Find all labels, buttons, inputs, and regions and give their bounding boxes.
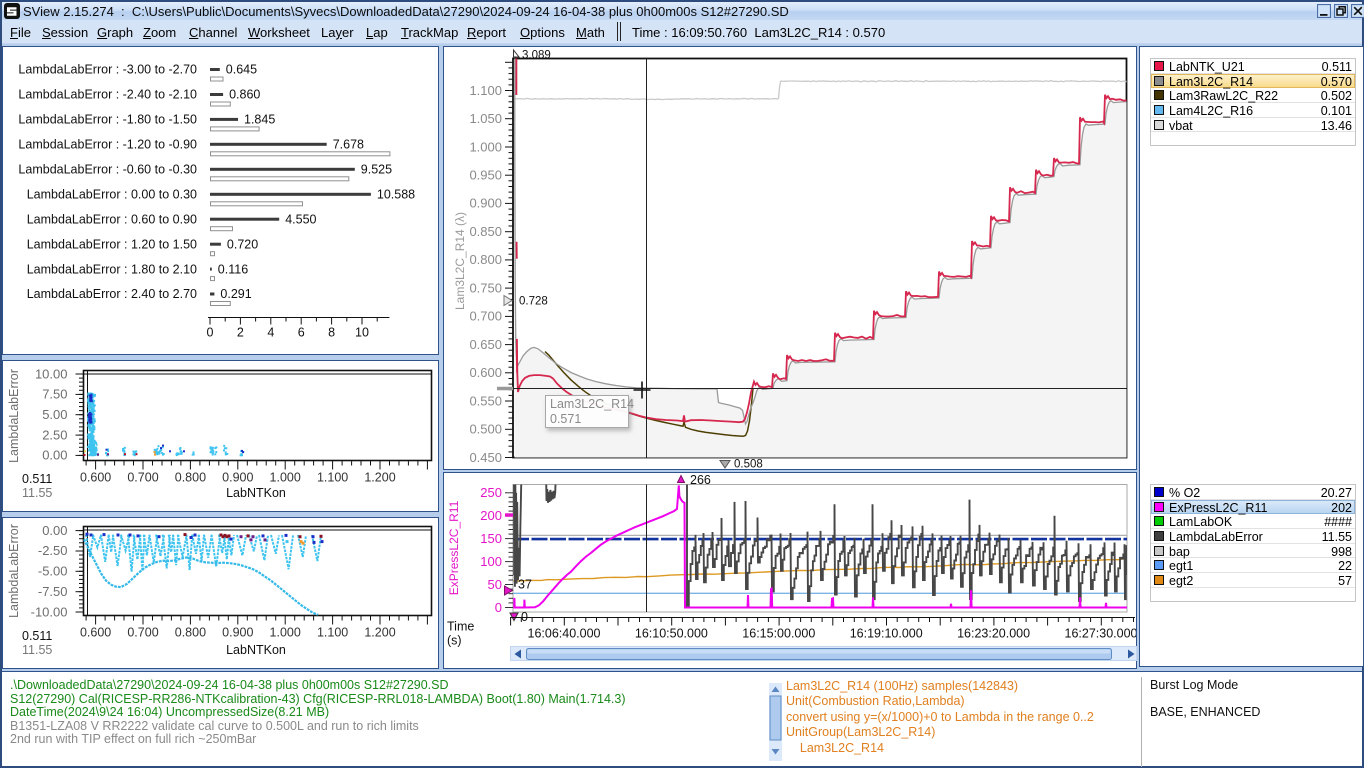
svg-text:4.550: 4.550 [285,212,316,226]
svg-text:2: 2 [237,326,244,340]
svg-text:0.500: 0.500 [469,422,502,437]
svg-text:0.700: 0.700 [469,309,502,324]
svg-text:LambdaLabError : -0.60 to -0.3: LambdaLabError : -0.60 to -0.30 [18,163,197,177]
svg-text:LabNTKon: LabNTKon [226,643,286,657]
svg-text:37: 37 [518,578,532,592]
svg-text:-7.50: -7.50 [38,584,68,599]
svg-text:250: 250 [480,485,502,500]
svg-text:266: 266 [690,473,711,487]
svg-text:0.800: 0.800 [175,626,206,640]
svg-text:(s): (s) [447,634,462,648]
svg-text:1.100: 1.100 [469,83,502,98]
svg-text:-10.00: -10.00 [31,604,68,619]
svg-text:11.55: 11.55 [22,486,52,500]
svg-text:LambdaLabError : -3.00 to -2.7: LambdaLabError : -3.00 to -2.70 [18,63,197,77]
svg-text:200: 200 [480,508,502,523]
svg-text:Lam3L2C_R14 (λ): Lam3L2C_R14 (λ) [453,212,467,310]
svg-text:LambdaLabError : -1.80 to -1.5: LambdaLabError : -1.80 to -1.50 [18,113,197,127]
svg-text:1.050: 1.050 [469,111,502,126]
svg-text:150: 150 [480,531,502,546]
svg-text:0.650: 0.650 [469,337,502,352]
svg-text:11.55: 11.55 [22,643,52,657]
svg-text:0.720: 0.720 [227,237,258,251]
svg-text:1.200: 1.200 [364,471,395,485]
svg-text:4: 4 [267,326,274,340]
svg-text:0.600: 0.600 [80,626,111,640]
svg-text:ExPressL2C_R11: ExPressL2C_R11 [447,500,461,595]
svg-text:100: 100 [480,554,502,569]
svg-text:0.800: 0.800 [175,471,206,485]
svg-text:0.800: 0.800 [469,252,502,267]
svg-text:1.000: 1.000 [270,471,301,485]
svg-text:0.508: 0.508 [734,459,763,470]
svg-text:16:06:40.000: 16:06:40.000 [528,627,601,641]
svg-text:1.845: 1.845 [244,113,275,127]
svg-text:1.100: 1.100 [317,626,348,640]
svg-text:9.525: 9.525 [361,163,392,177]
svg-text:0.00: 0.00 [42,523,67,538]
svg-text:LambdaLabError : 1.80 to 2.10: LambdaLabError : 1.80 to 2.10 [27,262,197,276]
svg-text:0.511: 0.511 [22,472,52,486]
svg-text:0.550: 0.550 [469,393,502,408]
svg-text:0.900: 0.900 [222,626,253,640]
svg-text:10.588: 10.588 [377,187,415,201]
svg-text:16:19:10.000: 16:19:10.000 [850,627,923,641]
svg-text:10.00: 10.00 [35,366,68,381]
svg-text:LambdaLabError : 1.20 to 1.50: LambdaLabError : 1.20 to 1.50 [27,237,197,251]
svg-text:1.000: 1.000 [469,139,502,154]
svg-text:LambdaLabError : -2.40 to -2.1: LambdaLabError : -2.40 to -2.10 [18,88,197,102]
svg-text:1.200: 1.200 [364,626,395,640]
svg-text:0.728: 0.728 [519,296,548,308]
svg-text:50: 50 [488,577,502,592]
svg-text:3.089: 3.089 [522,50,551,62]
svg-text:0.900: 0.900 [469,196,502,211]
svg-text:0.750: 0.750 [469,280,502,295]
svg-text:7.678: 7.678 [333,138,364,152]
svg-text:-5.00: -5.00 [38,564,68,579]
svg-text:16:10:50.000: 16:10:50.000 [635,627,708,641]
svg-text:LambdaLabError: LambdaLabError [7,524,21,618]
svg-text:0.645: 0.645 [226,63,257,77]
svg-text:0.600: 0.600 [80,471,111,485]
svg-text:2.50: 2.50 [42,427,67,442]
svg-text:0.511: 0.511 [22,629,52,643]
svg-text:-2.50: -2.50 [38,543,68,558]
svg-text:6: 6 [298,326,305,340]
svg-text:5.00: 5.00 [42,407,67,422]
svg-text:0.700: 0.700 [127,626,158,640]
svg-text:8: 8 [328,326,335,340]
svg-text:16:15:00.000: 16:15:00.000 [742,627,815,641]
svg-text:16:23:20.000: 16:23:20.000 [957,627,1030,641]
svg-text:0: 0 [207,326,214,340]
svg-text:LambdaLabError : 0.60 to 0.90: LambdaLabError : 0.60 to 0.90 [27,212,197,226]
svg-text:0.291: 0.291 [220,287,251,301]
svg-text:7.50: 7.50 [42,387,67,402]
svg-text:0.700: 0.700 [127,471,158,485]
svg-text:0.860: 0.860 [229,88,260,102]
svg-text:LambdaLabError : 0.00 to 0.30: LambdaLabError : 0.00 to 0.30 [27,187,197,201]
svg-text:1.000: 1.000 [270,626,301,640]
svg-text:0.116: 0.116 [218,262,248,276]
svg-text:LambdaLabError : -1.20 to -0.9: LambdaLabError : -1.20 to -0.90 [18,138,197,152]
svg-text:0.900: 0.900 [222,471,253,485]
svg-text:0.600: 0.600 [469,365,502,380]
svg-text:0.450: 0.450 [469,450,502,465]
svg-text:1.100: 1.100 [317,471,348,485]
svg-text:0.00: 0.00 [42,448,67,463]
svg-text:0.850: 0.850 [469,224,502,239]
svg-text:LabNTKon: LabNTKon [226,486,286,500]
svg-text:0: 0 [495,600,502,615]
svg-text:0.950: 0.950 [469,168,502,183]
svg-text:16:27:30.000: 16:27:30.000 [1065,627,1137,641]
svg-text:LambdaLabError : 2.40 to 2.70: LambdaLabError : 2.40 to 2.70 [27,287,197,301]
svg-text:10: 10 [355,326,369,340]
svg-text:LambdaLabError: LambdaLabError [7,369,21,463]
svg-text:Time: Time [447,620,474,634]
